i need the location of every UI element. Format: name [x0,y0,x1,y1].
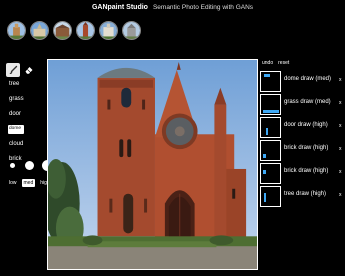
brush-size-med-dot[interactable] [25,161,34,170]
history-remove-icon[interactable]: x [339,77,342,83]
paint-canvas[interactable] [47,59,258,270]
history-item-label: tree draw (high) [284,191,327,197]
brush-size-labels: low med high [7,179,52,187]
history-remove-icon[interactable]: x [339,192,342,198]
church-photo [48,60,257,269]
history-item[interactable]: brick draw (high) x [260,140,345,161]
eraser-tool-button[interactable] [22,63,36,77]
history-remove-icon[interactable]: x [339,146,342,152]
church-thumbnail-1[interactable] [7,21,26,40]
history-item[interactable]: door draw (high) x [260,117,345,138]
church-thumbnail-4[interactable] [76,21,95,40]
feature-door[interactable]: door [8,110,38,119]
history-item[interactable]: grass draw (med) x [260,94,345,115]
church-thumbnail-2[interactable] [30,21,49,40]
history-item-label: door draw (high) [284,122,328,128]
app-title: GANpaint Studio [91,3,148,11]
history-remove-icon[interactable]: x [339,100,342,106]
history-item-label: dome draw (med) [284,76,332,82]
church-thumbnail-3[interactable] [53,21,72,40]
history-controls: undo reset [262,60,289,66]
edit-history-list: dome draw (med) x grass draw (med) x doo… [260,71,345,209]
history-mask-thumbnail [260,71,281,92]
brush-icon [9,65,18,74]
app-header: GANpaint Studio Semantic Photo Editing w… [0,0,345,14]
brush-size-low[interactable]: low [7,179,19,187]
history-item-label: grass draw (med) [284,99,331,105]
history-mask-thumbnail [260,117,281,138]
history-item-label: brick draw (high) [284,168,329,174]
history-mask-thumbnail [260,163,281,184]
history-mask-thumbnail [260,140,281,161]
church-thumbnail-6[interactable] [122,21,141,40]
history-mask-thumbnail [260,94,281,115]
history-item[interactable]: dome draw (med) x [260,71,345,92]
app-subtitle: Semantic Photo Editing with GANs [152,3,254,11]
feature-tree[interactable]: tree [8,80,38,89]
feature-list: tree grass door dome cloud brick [8,80,38,170]
feature-cloud[interactable]: cloud [8,140,38,149]
reset-button[interactable]: reset [278,60,289,66]
image-thumbnail-strip [7,21,141,40]
history-item[interactable]: tree draw (high) x [260,186,345,207]
feature-grass[interactable]: grass [8,95,38,104]
brush-size-med[interactable]: med [21,179,36,187]
feature-dome[interactable]: dome [8,125,24,134]
history-item-label: brick draw (high) [284,145,329,151]
history-remove-icon[interactable]: x [339,123,342,129]
undo-button[interactable]: undo [262,60,273,66]
brush-size-low-dot[interactable] [10,163,15,168]
history-mask-thumbnail [260,186,281,207]
brush-tool-button[interactable] [6,63,20,77]
history-remove-icon[interactable]: x [339,169,342,175]
history-item[interactable]: brick draw (high) x [260,163,345,184]
church-thumbnail-5[interactable] [99,21,118,40]
tool-bar [6,63,36,77]
eraser-icon [25,67,33,74]
